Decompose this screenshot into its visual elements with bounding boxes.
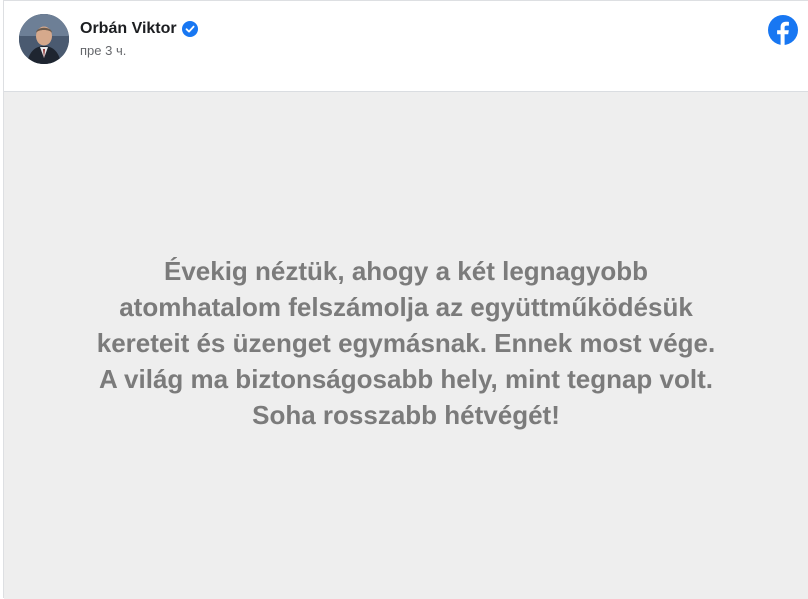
facebook-post-card: Orbán Viktor пре 3 ч. Évekig néztük, aho… bbox=[3, 0, 808, 599]
post-timestamp[interactable]: пре 3 ч. bbox=[80, 43, 126, 59]
author-name[interactable]: Orbán Viktor bbox=[80, 19, 177, 39]
post-text: Évekig néztük, ahogy a két legnagyobb at… bbox=[26, 253, 786, 433]
post-content: Évekig néztük, ahogy a két legnagyobb at… bbox=[4, 92, 808, 599]
post-text-line: Évekig néztük, ahogy a két legnagyobb bbox=[163, 255, 648, 286]
avatar-image bbox=[19, 14, 69, 64]
post-text-line: kereteit és üzenget egymásnak. Ennek mos… bbox=[96, 327, 716, 358]
facebook-logo-icon[interactable] bbox=[768, 15, 798, 45]
author-avatar[interactable] bbox=[19, 14, 69, 64]
verified-badge-icon bbox=[181, 21, 198, 37]
post-header: Orbán Viktor пре 3 ч. bbox=[4, 1, 808, 92]
post-text-line: A világ ma biztonságosabb hely, mint teg… bbox=[99, 363, 713, 394]
post-text-line: Soha rosszabb hétvégét! bbox=[252, 399, 560, 430]
post-text-line: atomhatalom felszámolja az együttműködés… bbox=[119, 291, 693, 322]
author-line: Orbán Viktor bbox=[80, 19, 198, 39]
